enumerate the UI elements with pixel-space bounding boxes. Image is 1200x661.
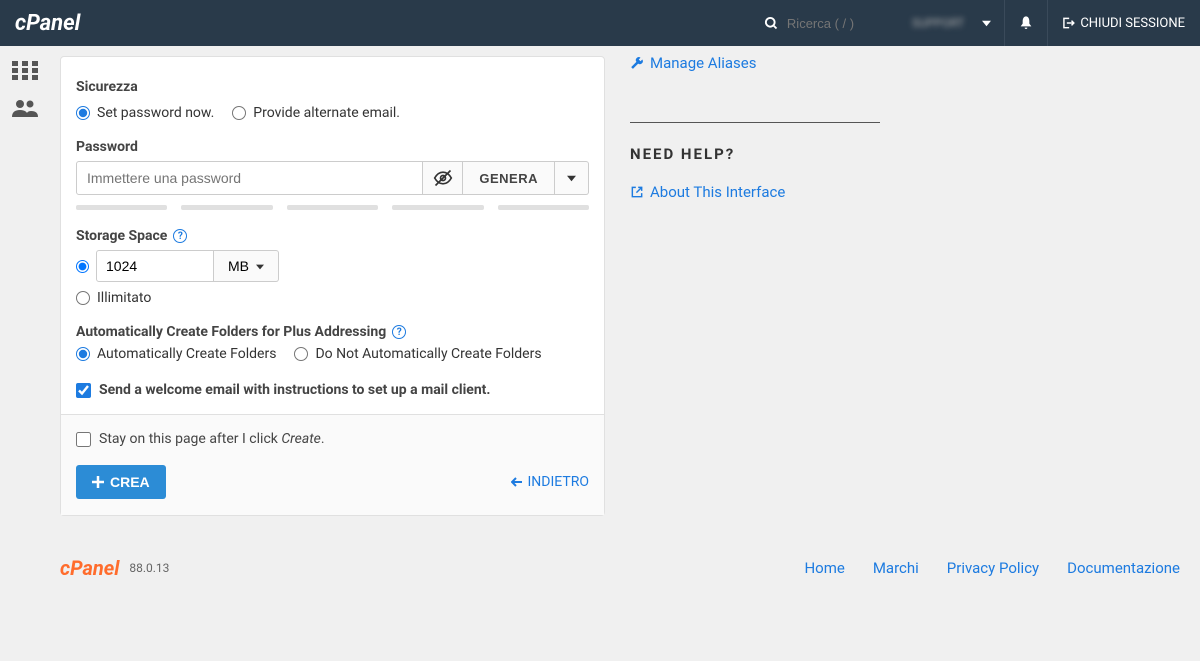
search-icon <box>764 16 779 31</box>
cpanel-logo: cPanel <box>15 11 80 36</box>
radio-plus-yes[interactable]: Automatically Create Folders <box>76 346 276 362</box>
eye-off-icon <box>433 168 453 188</box>
radio-plus-no-label: Do Not Automatically Create Folders <box>315 346 541 362</box>
radio-set-password-label: Set password now. <box>97 105 214 121</box>
logout-button[interactable]: CHIUDI SESSIONE <box>1061 16 1185 31</box>
welcome-label: Send a welcome email with instructions t… <box>99 382 490 398</box>
security-heading: Sicurezza <box>76 79 589 95</box>
logout-icon <box>1061 16 1075 30</box>
caret-down-icon <box>256 263 264 271</box>
welcome-checkbox[interactable] <box>76 383 91 398</box>
plus-label: Automatically Create Folders for Plus Ad… <box>76 324 589 340</box>
page-footer: cPanel 88.0.13 Home Marchi Privacy Polic… <box>60 556 1180 600</box>
grid-icon[interactable] <box>12 61 38 81</box>
radio-plus-no[interactable]: Do Not Automatically Create Folders <box>294 346 541 362</box>
radio-alt-email-label: Provide alternate email. <box>253 105 400 121</box>
user-caret-icon[interactable] <box>982 19 991 28</box>
storage-unit-button[interactable]: MB <box>214 250 279 282</box>
search-box[interactable] <box>764 16 887 31</box>
cpanel-footer-logo: cPanel <box>60 556 119 580</box>
sidebar <box>0 46 50 119</box>
back-link[interactable]: INDIETRO <box>511 474 590 490</box>
password-input[interactable] <box>76 161 423 195</box>
stay-checkbox[interactable] <box>76 432 91 447</box>
footer-marchi-link[interactable]: Marchi <box>873 559 919 577</box>
storage-input[interactable] <box>96 250 214 282</box>
logout-label: CHIUDI SESSIONE <box>1080 16 1185 31</box>
version-label: 88.0.13 <box>129 561 169 575</box>
users-icon[interactable] <box>11 99 39 119</box>
user-label: SUPPORT <box>912 16 964 30</box>
password-strength <box>76 205 589 210</box>
footer-home-link[interactable]: Home <box>804 559 844 577</box>
help-icon[interactable]: ? <box>392 325 406 339</box>
help-icon[interactable]: ? <box>173 229 187 243</box>
footer-privacy-link[interactable]: Privacy Policy <box>947 559 1039 577</box>
wrench-icon <box>630 56 644 70</box>
external-link-icon <box>630 185 644 199</box>
create-button[interactable]: CREA <box>76 465 166 499</box>
radio-unlimited-label: Illimitato <box>97 290 151 306</box>
form-card: Sicurezza Set password now. Provide alte… <box>60 56 605 516</box>
footer-docs-link[interactable]: Documentazione <box>1067 559 1180 577</box>
need-help-heading: NEED HELP? <box>630 145 1190 163</box>
arrow-left-icon <box>511 476 523 488</box>
manage-aliases-link[interactable]: Manage Aliases <box>630 54 1190 72</box>
radio-set-password[interactable]: Set password now. <box>76 105 214 121</box>
about-link[interactable]: About This Interface <box>630 183 1190 201</box>
radio-alt-email[interactable]: Provide alternate email. <box>232 105 400 121</box>
radio-plus-yes-label: Automatically Create Folders <box>97 346 276 362</box>
header: cPanel SUPPORT CHIUDI SESSIONE <box>0 0 1200 46</box>
caret-down-icon <box>567 174 576 183</box>
password-label: Password <box>76 139 589 155</box>
right-column: Manage Aliases NEED HELP? About This Int… <box>630 46 1190 516</box>
generate-options-button[interactable] <box>555 161 589 195</box>
generate-button[interactable]: GENERA <box>463 161 555 195</box>
stay-label: Stay on this page after I click Create. <box>99 431 325 447</box>
toggle-visibility-button[interactable] <box>423 161 463 195</box>
radio-unlimited[interactable]: Illimitato <box>76 290 589 306</box>
search-input[interactable] <box>787 16 887 31</box>
plus-icon <box>92 476 104 488</box>
bell-icon[interactable] <box>1018 15 1034 31</box>
radio-storage-custom[interactable] <box>76 260 89 273</box>
storage-label: Storage Space ? <box>76 228 589 244</box>
